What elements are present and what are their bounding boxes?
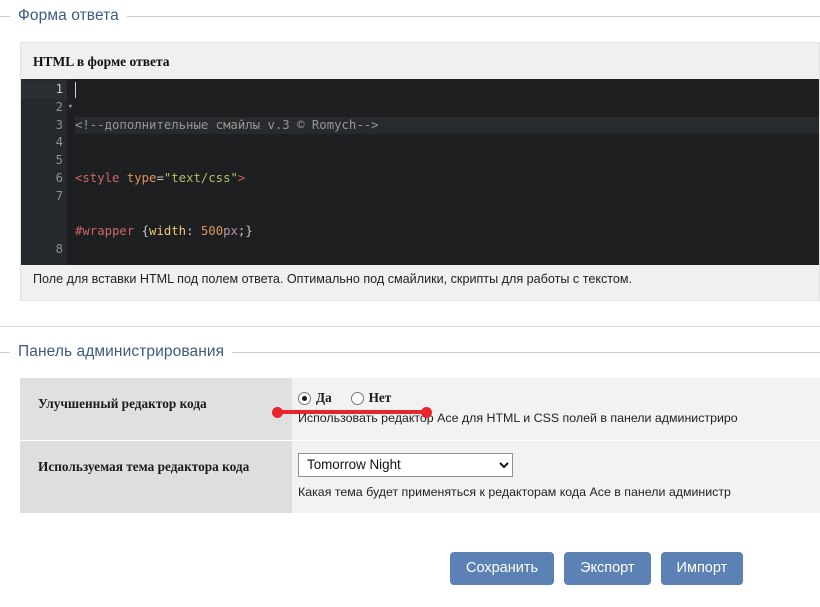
radio-button-no[interactable] — [350, 391, 364, 405]
radio-button-yes[interactable] — [298, 391, 311, 405]
ace-gutter: 1 2 ▾ 3 4 5 6 7 . . 8 . — [21, 79, 73, 265]
gutter-line-number: 1 — [21, 81, 67, 99]
code-fold-arrow-icon[interactable]: ▾ — [68, 99, 73, 117]
code-line: <style type="text/css"> — [75, 170, 246, 185]
html-answer-field-title: HTML в форме ответа — [33, 54, 170, 69]
settings-row-control: Tomorrow Night Какая тема будет применят… — [292, 440, 820, 514]
settings-row-help: Какая тема будет применяться к редактора… — [298, 484, 731, 499]
fieldset-admin-panel-legend: Панель администрирования — [18, 343, 225, 360]
ace-code-content[interactable]: <!--дополнительные смайлы v.3 © Romych--… — [67, 79, 819, 265]
fieldset-answer-form-legend: Форма ответа — [18, 7, 119, 24]
html-answer-field-block: HTML в форме ответа 1 2 ▾ 3 4 5 6 7 . . … — [20, 42, 820, 301]
gutter-line-number: 5 — [55, 153, 63, 168]
gutter-line-number: 6 — [55, 170, 63, 185]
html-answer-field-description: Поле для вставки HTML под полем ответа. … — [33, 272, 633, 286]
gutter-line-number: 8 — [55, 242, 63, 257]
form-action-buttons: Сохранить Экспорт Импорт — [450, 552, 744, 585]
save-button[interactable]: Сохранить — [450, 552, 555, 585]
text-cursor — [75, 82, 76, 98]
admin-settings-page: Форма ответа HTML в форме ответа 1 2 ▾ 3… — [0, 0, 820, 607]
gutter-line-number-blank: . — [21, 223, 67, 241]
legend-line-left — [0, 15, 10, 17]
settings-table: Улучшенный редактор кода Да Нет Использо… — [20, 378, 820, 515]
fieldset-answer-form-legend-row: Форма ответа — [0, 6, 820, 26]
gutter-line-number-text: 2 — [55, 99, 63, 114]
export-button[interactable]: Экспорт — [564, 552, 651, 585]
radio-option-yes[interactable]: Да — [298, 390, 332, 406]
gutter-line-number: 3 — [55, 117, 63, 132]
import-button[interactable]: Импорт — [660, 552, 744, 585]
code-line: <!--дополнительные смайлы v.3 © Romych--… — [75, 116, 819, 135]
gutter-line-number: 2 ▾ — [21, 99, 73, 117]
section-divider — [0, 326, 820, 327]
gutter-line-number: 7 — [55, 188, 63, 203]
radio-group-improved-code-editor[interactable]: Да Нет — [298, 390, 820, 406]
settings-row-label: Улучшенный редактор кода — [20, 378, 292, 440]
gutter-line-number-blank: . — [21, 206, 67, 224]
fieldset-admin-panel: Панель администрирования — [0, 342, 820, 362]
legend-line-right — [232, 351, 820, 353]
settings-row-label: Используемая тема редактора кода — [20, 440, 292, 514]
fieldset-answer-form: Форма ответа — [0, 6, 820, 26]
red-annotation-line — [272, 406, 432, 418]
radio-option-no[interactable]: Нет — [350, 390, 392, 406]
settings-row-control: Да Нет Использовать редактор Ace для HTM… — [292, 378, 820, 440]
radio-label-no: Нет — [368, 390, 392, 405]
radio-label-yes: Да — [316, 390, 332, 405]
gutter-line-number: 4 — [55, 135, 63, 150]
ace-code-editor[interactable]: 1 2 ▾ 3 4 5 6 7 . . 8 . <!--дополнительн… — [21, 79, 819, 265]
editor-theme-select[interactable]: Tomorrow Night — [298, 452, 513, 477]
settings-row-editor-theme: Используемая тема редактора кода Tomorro… — [20, 440, 820, 515]
fieldset-admin-panel-legend-row: Панель администрирования — [0, 342, 820, 362]
legend-line-right — [126, 15, 820, 17]
code-line: #wrapper {width: 500px;} — [75, 224, 253, 239]
legend-line-left — [0, 351, 10, 353]
gutter-line-number-blank: . — [21, 259, 67, 265]
